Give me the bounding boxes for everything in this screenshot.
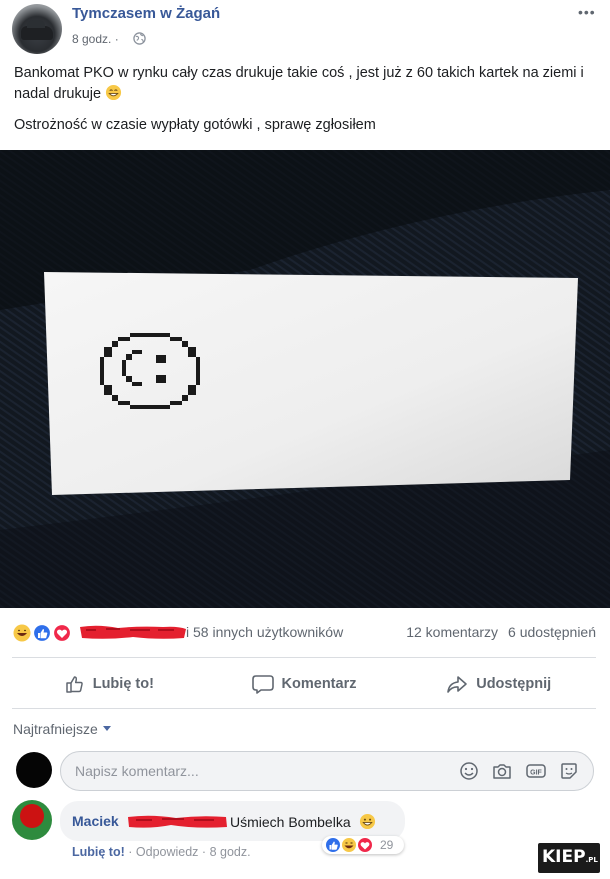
caret-down-icon — [102, 726, 111, 731]
comment-reactions[interactable]: 29 — [322, 836, 404, 854]
comment-input[interactable] — [75, 761, 435, 781]
grin-emoji-icon — [106, 84, 122, 101]
comment-input-box[interactable]: GIF — [60, 751, 594, 791]
comments-count[interactable]: 12 komentarzy — [406, 624, 498, 640]
kiep-watermark: KIEP.PL — [538, 843, 600, 873]
redacted-surname — [128, 815, 227, 828]
share-button[interactable]: Udostępnij — [401, 662, 596, 706]
shares-count[interactable]: 6 udostępnień — [508, 624, 596, 640]
post-text-line2: Ostrożność w czasie wypłaty gotówki , sp… — [14, 117, 376, 133]
comment-text: Uśmiech Bombelka — [230, 813, 376, 830]
reaction-icons — [13, 623, 72, 643]
post-timestamp[interactable]: 8 godz. · — [72, 32, 119, 46]
thumbs-up-icon — [65, 676, 83, 693]
post-text-line1: Bankomat PKO w rynku cały czas drukuje t… — [14, 65, 584, 102]
smile-emoji-icon — [359, 813, 375, 830]
globe-icon — [133, 32, 146, 45]
current-user-avatar[interactable] — [16, 752, 52, 788]
emoji-icon[interactable] — [459, 761, 479, 781]
page-name-link[interactable]: Tymczasem w Żagań — [72, 5, 220, 22]
comment-timestamp[interactable]: 8 godz. — [210, 845, 251, 859]
share-arrow-icon — [447, 676, 468, 693]
page-avatar[interactable] — [12, 4, 62, 54]
comment-author-link[interactable]: Maciek — [72, 813, 119, 829]
comment-meta: Lubię to! · Odpowiedz · 8 godz. — [72, 845, 251, 859]
receipt-paper — [44, 272, 578, 495]
comment-reaction-icons — [325, 837, 373, 853]
comment-button[interactable]: Komentarz — [207, 662, 402, 706]
sticker-icon[interactable] — [559, 761, 579, 781]
post-photo[interactable] — [0, 150, 610, 608]
reactions-others-text[interactable]: i 58 innych użytkowników — [186, 624, 343, 640]
input-icons: GIF — [459, 761, 579, 781]
post-text: Bankomat PKO w rynku cały czas drukuje t… — [14, 63, 594, 146]
post-actions: Lubię to! Komentarz Udostępnij — [12, 662, 596, 706]
reactions-summary[interactable]: i 58 innych użytkowników 12 komentarzy 6 … — [0, 620, 610, 646]
like-button[interactable]: Lubię to! — [12, 662, 207, 706]
comment-sort-dropdown[interactable]: Najtrafniejsze — [13, 721, 111, 737]
more-options-icon[interactable]: ••• — [578, 4, 596, 20]
svg-text:GIF: GIF — [530, 770, 542, 777]
gif-icon[interactable]: GIF — [525, 761, 547, 781]
comment-like-link[interactable]: Lubię to! — [72, 845, 125, 859]
post-header: Tymczasem w Żagań 8 godz. · ••• — [0, 0, 610, 60]
comment-icon — [251, 675, 274, 694]
divider — [12, 657, 596, 658]
redacted-names — [80, 625, 186, 639]
camera-icon[interactable] — [491, 761, 513, 781]
comment-bubble: Maciek Uśmiech Bombelka — [60, 801, 405, 841]
comment-reaction-count: 29 — [380, 838, 394, 852]
engagement-counts: 12 komentarzy 6 udostępnień — [396, 624, 596, 640]
divider — [12, 708, 596, 709]
comment-reply-link[interactable]: Odpowiedz — [136, 845, 199, 859]
commenter-avatar[interactable] — [12, 800, 52, 840]
